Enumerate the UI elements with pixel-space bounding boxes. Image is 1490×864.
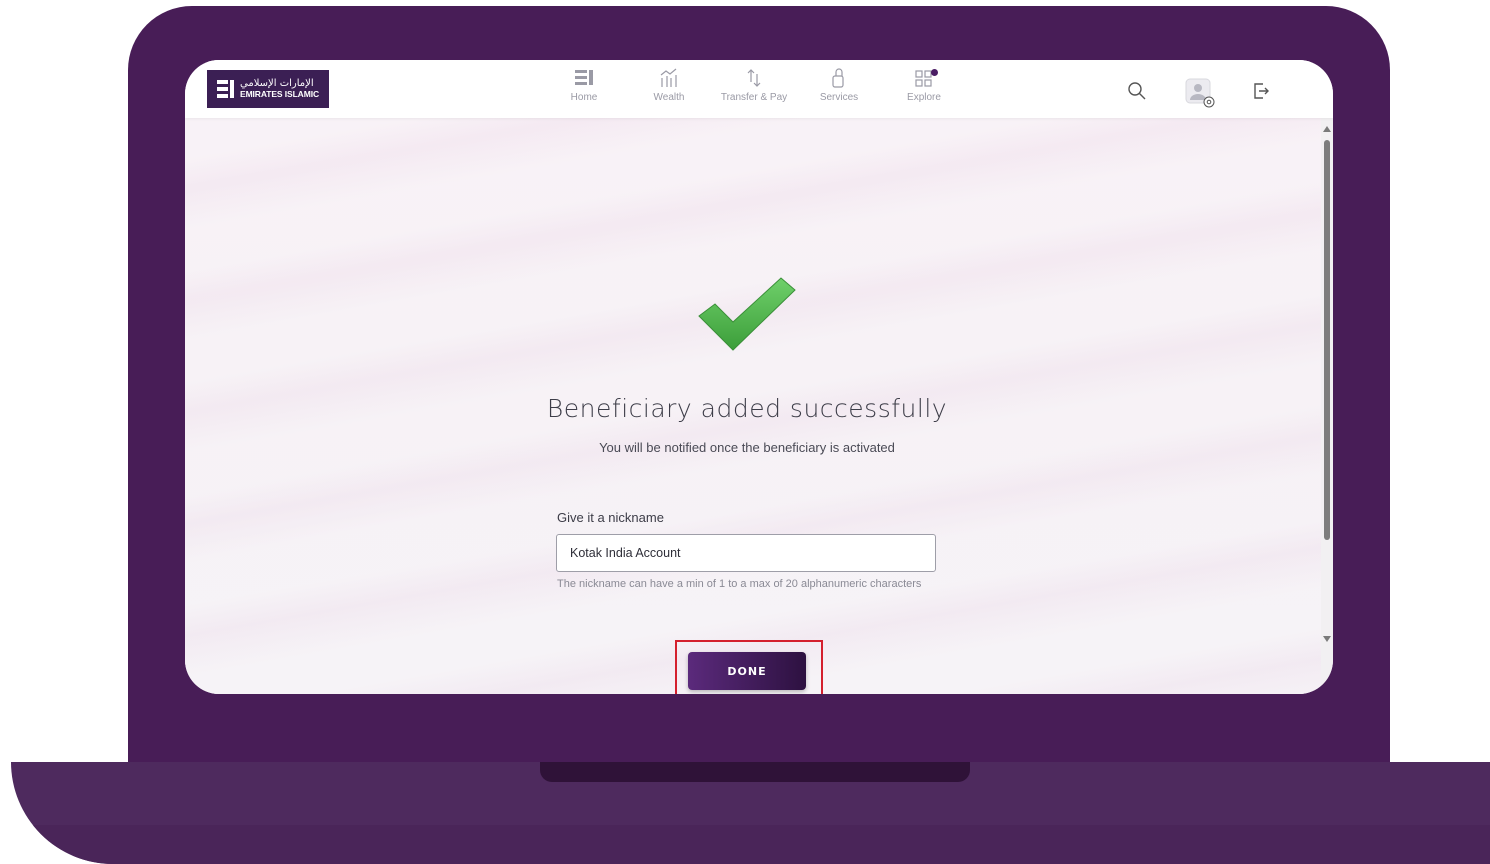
nav-item-home[interactable]: Home (544, 68, 624, 103)
wealth-icon (660, 68, 677, 87)
logo-arabic-text: الإمارات الإسلامي (240, 78, 314, 89)
vertical-scrollbar[interactable] (1321, 118, 1333, 694)
nav-item-services[interactable]: Services (799, 68, 879, 103)
search-icon[interactable] (1127, 81, 1147, 101)
scroll-thumb[interactable] (1324, 140, 1330, 540)
nickname-hint: The nickname can have a min of 1 to a ma… (557, 578, 922, 590)
logo-text: الإمارات الإسلامي EMIRATES ISLAMIC (240, 78, 319, 100)
logo-mark-icon (217, 80, 234, 98)
top-navigation-bar: الإمارات الإسلامي EMIRATES ISLAMIC Home (185, 60, 1333, 118)
logout-icon[interactable] (1251, 81, 1271, 101)
success-panel: Beneficiary added successfully You will … (185, 118, 1321, 694)
checkmark-icon (698, 277, 796, 351)
laptop-mockup: الإمارات الإسلامي EMIRATES ISLAMIC Home (0, 0, 1490, 864)
nav-label-transfer-pay: Transfer & Pay (720, 92, 788, 103)
brand-logo[interactable]: الإمارات الإسلامي EMIRATES ISLAMIC (207, 70, 329, 108)
notification-dot (931, 69, 938, 76)
nav-item-explore[interactable]: Explore (884, 68, 964, 103)
nickname-input[interactable] (556, 534, 936, 572)
nav-label-services: Services (819, 92, 859, 103)
done-button[interactable]: DONE (688, 652, 806, 690)
app-screen: الإمارات الإسلامي EMIRATES ISLAMIC Home (185, 60, 1333, 694)
scroll-up-arrow-icon[interactable] (1323, 126, 1331, 132)
laptop-notch (540, 762, 970, 782)
home-icon (575, 70, 593, 85)
laptop-base (11, 762, 1490, 864)
nav-label-home: Home (570, 92, 598, 103)
services-icon (832, 68, 844, 88)
transfer-icon (747, 69, 761, 87)
nav-label-wealth: Wealth (653, 92, 685, 103)
profile-settings-icon[interactable] (1185, 78, 1215, 108)
nav-item-transfer-pay[interactable]: Transfer & Pay (714, 68, 794, 103)
nav-item-wealth[interactable]: Wealth (629, 68, 709, 103)
laptop-base-shade (11, 825, 1490, 864)
scroll-down-arrow-icon[interactable] (1323, 636, 1331, 642)
logo-english-text: EMIRATES ISLAMIC (240, 89, 319, 99)
nav-label-explore: Explore (907, 92, 941, 103)
nickname-label: Give it a nickname (557, 510, 664, 525)
success-title: Beneficiary added successfully (546, 394, 948, 423)
success-subtitle: You will be notified once the beneficiar… (599, 440, 895, 455)
